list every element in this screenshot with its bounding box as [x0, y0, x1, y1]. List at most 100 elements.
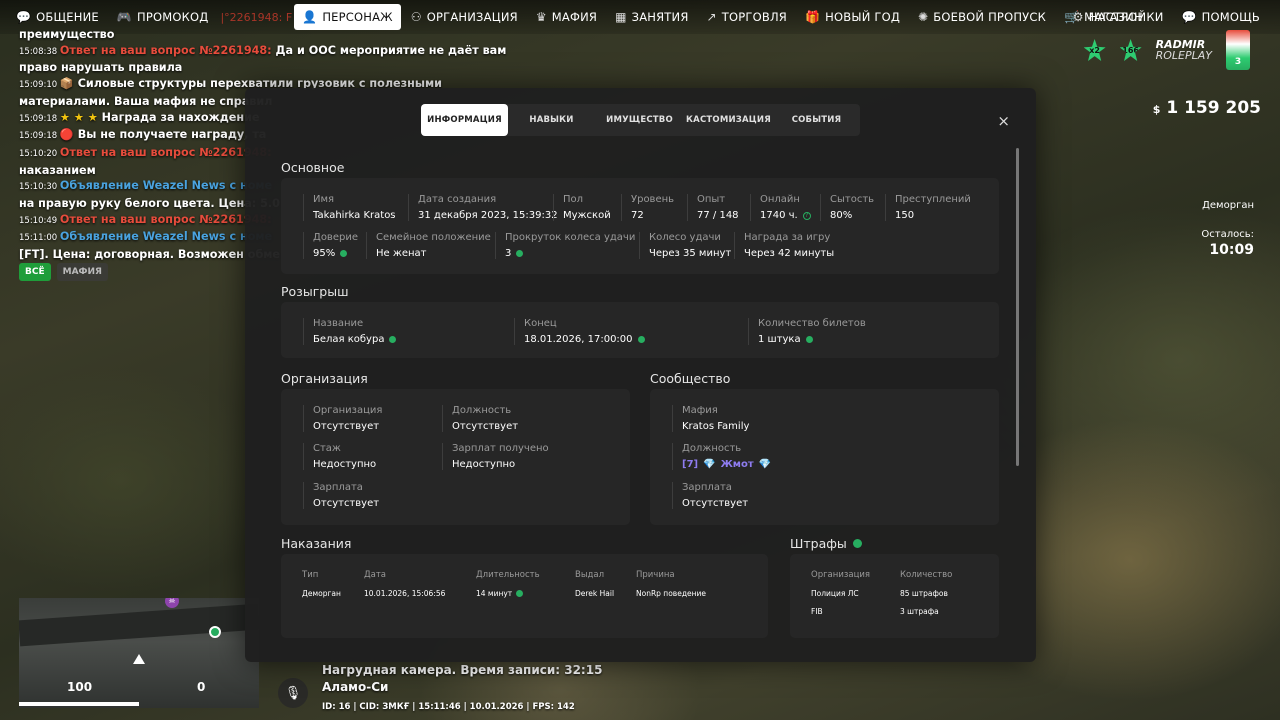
chat-text: Ответ на ваш вопрос №2261948:	[59, 43, 272, 57]
health-bar	[19, 702, 139, 706]
col-fine-org: Организация	[811, 570, 870, 580]
close-icon[interactable]: ×	[997, 112, 1010, 130]
field-gender: Пол Мужской	[553, 194, 611, 221]
nav-item-new-year[interactable]: 🎁 НОВЫЙ ГОД	[797, 4, 908, 30]
chat-text: Ответ на ваш вопрос №2261948:	[59, 212, 272, 226]
remaining-time: 10:09	[1209, 242, 1254, 258]
mafia-role-name: Жмот	[720, 459, 754, 470]
nav-label: НОВЫЙ ГОД	[825, 10, 901, 24]
chat-timestamp: 15:09:18	[19, 131, 60, 142]
chat-timestamp: 15:10:49	[19, 215, 60, 226]
status-dot-icon	[852, 539, 862, 548]
gift-icon: 🎁	[805, 10, 821, 24]
nav-item-trade[interactable]: ↗ ТОРГОВЛЯ	[699, 4, 795, 30]
tab-events[interactable]: СОБЫТИЯ	[773, 104, 860, 136]
field-reward: Награда за игру Через 42 минуты	[734, 232, 834, 259]
gear-icon: ⚙	[1072, 10, 1084, 24]
scrollbar[interactable]	[1016, 148, 1019, 466]
field-satiety: Сытость 80%	[820, 194, 874, 221]
chat-timestamp: 15:10:30	[19, 182, 60, 193]
chart-icon: ↗	[706, 10, 717, 24]
tab-property[interactable]: ИМУЩЕСТВО	[595, 104, 684, 136]
nav-label: ОБЩЕНИЕ	[36, 10, 99, 24]
pass-icon: ✺	[918, 10, 929, 24]
field-org: Организация Отсутствует	[303, 405, 382, 432]
chat-text: Объявление Weazel News	[59, 230, 226, 244]
chat-text: Объявление Weazel News	[59, 179, 226, 193]
nav-label: ПРОМОКОД	[137, 10, 209, 24]
nav-item-battle-pass[interactable]: ✺ БОЕВОЙ ПРОПУСК	[910, 4, 1054, 30]
cell-type: Деморган	[302, 589, 341, 598]
server-logo: RADMIR ROLEPLAY	[1155, 38, 1212, 62]
armor-value: 0	[197, 680, 206, 694]
tab-information[interactable]: ИНФОРМАЦИЯ	[421, 104, 508, 136]
chat-timestamp: 15:11:00	[19, 233, 60, 244]
money-display: $ 1 159 205	[1153, 98, 1261, 118]
nav-item-activities[interactable]: ▦ ЗАНЯТИЯ	[607, 4, 696, 30]
chat-timestamp: 15:09:10	[19, 80, 60, 91]
chat-text: на правую руку белого цвета. Цена: 5.0	[19, 197, 280, 211]
chat-tab-mafia[interactable]: МАФИЯ	[56, 263, 108, 281]
cell-reason: NonRp поведение	[636, 589, 707, 598]
nav-label: БОЕВОЙ ПРОПУСК	[933, 10, 1046, 24]
chat-text: [FT]. Цена: договорная. Возможен обме	[19, 248, 281, 262]
info-icon[interactable]: ?	[802, 211, 811, 220]
field-mafia-salary: Зарплата Отсутствует	[672, 482, 748, 509]
field-wheel-spins: Прокруток колеса удачи 3	[495, 232, 635, 259]
status-dot-icon	[516, 250, 524, 257]
section-title-fines: Штрафы	[790, 536, 862, 551]
cell-fine-count: 3 штрафа	[900, 607, 939, 616]
mafia-marker-icon: ☠	[165, 598, 179, 608]
chat-text: наказанием	[19, 163, 96, 177]
modal-tabs: ИНФОРМАЦИЯ НАВЫКИ ИМУЩЕСТВО КАСТОМИЗАЦИЯ…	[421, 104, 860, 136]
nav-label: ТОРГОВЛЯ	[721, 10, 788, 24]
tab-customization[interactable]: КАСТОМИЗАЦИЯ	[684, 104, 773, 136]
chat-timestamp: 15:09:18	[19, 113, 60, 124]
nav-label: ОРГАНИЗАЦИЯ	[426, 10, 518, 24]
jail-timer: Деморган Осталось: 10:09	[1201, 200, 1254, 258]
settings-label: НАСТРОЙКИ	[1088, 10, 1164, 24]
cell-fine-org: FIB	[811, 607, 823, 616]
fines-panel: Организация Количество Полиция ЛС 85 штр…	[790, 554, 999, 638]
section-title-basic: Основное	[281, 160, 345, 175]
cell-duration: 14 минут	[476, 589, 524, 598]
community-panel: Мафия Kratos Family Должность [7] 💎 Жмот…	[650, 389, 999, 525]
org-panel: Организация Отсутствует Должность Отсутс…	[281, 389, 630, 525]
chat-text: материалами. Ваша мафия не справил	[19, 94, 273, 108]
chat-line: 15:08:38 Ответ на ваш вопрос №2261948: Д…	[19, 43, 506, 61]
bottom-status: Нагрудная камера. Время записи: 32:15 Ал…	[322, 662, 602, 716]
help-button[interactable]: 💬 ПОМОЩЬ	[1174, 4, 1269, 30]
tab-skills[interactable]: НАВЫКИ	[508, 104, 595, 136]
diamond-icon: 💎	[758, 459, 772, 470]
chat-text: 🔴	[59, 128, 74, 142]
field-salaries-received: Зарплат получено Недоступно	[442, 443, 549, 470]
settings-button[interactable]: ⚙ НАСТРОЙКИ	[1065, 4, 1172, 30]
status-dot-icon	[805, 336, 813, 343]
section-title-raffle: Розыгрыш	[281, 284, 349, 299]
nav-label: МАФИЯ	[551, 10, 598, 24]
field-name: Имя Takahirka Kratos	[303, 194, 396, 221]
org-icon: ⚇	[410, 10, 422, 24]
field-raffle-tickets: Количество билетов 1 штука	[748, 318, 866, 345]
calendar-icon: ▦	[615, 10, 627, 24]
status-dot-icon	[389, 336, 397, 343]
cell-date: 10.01.2026, 15:06:56	[364, 589, 446, 598]
chat-icon: 💬	[16, 10, 32, 24]
player-arrow-icon	[133, 654, 145, 664]
money-value: 1 159 205	[1166, 98, 1261, 118]
field-online: Онлайн 1740 ч.?	[750, 194, 811, 221]
server-logo-mark: 3	[1226, 30, 1250, 70]
chat-tab-all[interactable]: ВСЁ	[19, 263, 51, 281]
nav-item-mafia[interactable]: ♛ МАФИЯ	[528, 4, 605, 30]
field-marital: Семейное положение Не женат	[366, 232, 491, 259]
health-value: 100	[67, 680, 93, 694]
field-crimes: Преступлений 150	[885, 194, 971, 221]
field-created: Дата создания 31 декабря 2023, 15:39:32	[408, 194, 558, 221]
field-raffle-end: Конец 18.01.2026, 17:00:00	[514, 318, 645, 345]
cell-fine-count: 85 штрафов	[900, 589, 948, 598]
microphone-icon[interactable]: 🎙	[278, 678, 308, 708]
chat-text: право нарушать правила	[19, 61, 183, 75]
cell-issuer: Derek Hail	[575, 589, 615, 598]
cell-fine-org: Полиция ЛС	[811, 589, 859, 598]
col-issuer: Выдал	[575, 570, 605, 580]
